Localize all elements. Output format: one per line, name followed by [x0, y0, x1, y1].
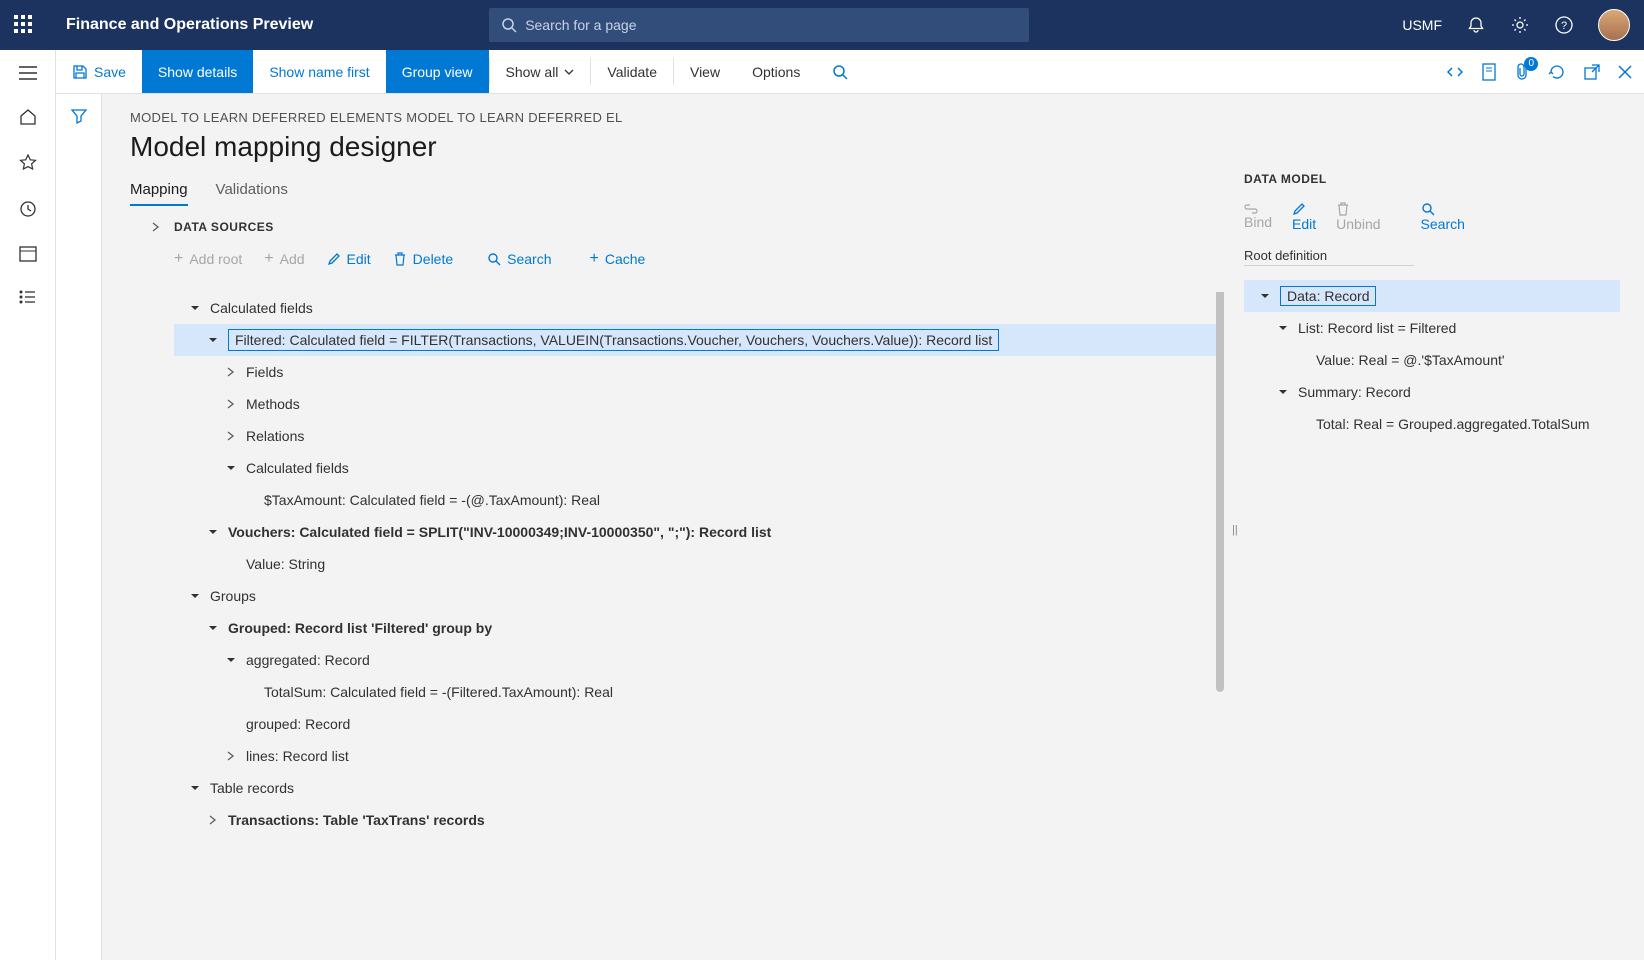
- embed-icon[interactable]: [1446, 65, 1464, 79]
- tree-node[interactable]: Grouped: Record list 'Filtered' group by: [174, 612, 1216, 644]
- chevron-down-icon: [564, 69, 574, 75]
- page-icon[interactable]: [1482, 63, 1496, 81]
- data-model-tree[interactable]: Data: Record List: Record list = Filtere…: [1244, 280, 1620, 440]
- page-title: Model mapping designer: [130, 131, 1224, 163]
- validate-button[interactable]: Validate: [591, 50, 673, 93]
- popout-icon[interactable]: [1584, 64, 1600, 80]
- add-root-button[interactable]: +Add root: [174, 250, 242, 268]
- dm-search-button[interactable]: Search: [1421, 202, 1465, 232]
- options-button[interactable]: Options: [736, 50, 816, 93]
- search-icon: [1421, 202, 1435, 216]
- show-details-button[interactable]: Show details: [142, 50, 253, 93]
- tree-node[interactable]: Summary: Record: [1244, 376, 1620, 408]
- breadcrumb: MODEL TO LEARN DEFERRED ELEMENTS MODEL T…: [130, 110, 1224, 125]
- home-icon[interactable]: [19, 108, 37, 126]
- trash-icon: [393, 252, 407, 266]
- expand-icon[interactable]: [152, 222, 160, 960]
- search-icon: [832, 64, 848, 80]
- data-model-header: DATA MODEL: [1244, 172, 1620, 186]
- tree-node[interactable]: Value: Real = @.'$TaxAmount': [1244, 344, 1620, 376]
- scrollbar[interactable]: [1216, 292, 1224, 692]
- module-icon[interactable]: [19, 246, 37, 262]
- data-sources-header: DATA SOURCES: [174, 220, 1224, 234]
- svg-text:?: ?: [1561, 20, 1567, 32]
- close-icon[interactable]: [1618, 65, 1632, 79]
- unbind-button[interactable]: Unbind: [1336, 202, 1380, 232]
- tree-node[interactable]: Relations: [174, 420, 1216, 452]
- tab-mapping[interactable]: Mapping: [130, 181, 188, 206]
- global-search[interactable]: [489, 8, 1029, 42]
- refresh-icon[interactable]: [1548, 63, 1566, 81]
- link-icon: [1244, 204, 1258, 214]
- tree-node-selected[interactable]: Filtered: Calculated field = FILTER(Tran…: [174, 324, 1216, 356]
- app-launcher-icon[interactable]: [14, 15, 34, 35]
- tree-node[interactable]: Calculated fields: [174, 452, 1216, 484]
- help-icon[interactable]: ?: [1554, 15, 1574, 35]
- attach-badge: 0: [1524, 57, 1538, 71]
- tree-node[interactable]: Vouchers: Calculated field = SPLIT("INV-…: [174, 516, 1216, 548]
- edit-button[interactable]: Edit: [327, 251, 371, 267]
- cache-button[interactable]: +Cache: [590, 250, 646, 268]
- data-source-tree[interactable]: Calculated fields Filtered: Calculated f…: [174, 292, 1224, 960]
- tree-node[interactable]: Methods: [174, 388, 1216, 420]
- delete-button[interactable]: Delete: [393, 251, 453, 267]
- tree-node[interactable]: $TaxAmount: Calculated field = -(@.TaxAm…: [174, 484, 1216, 516]
- tree-node[interactable]: aggregated: Record: [174, 644, 1216, 676]
- tree-node[interactable]: Table records: [174, 772, 1216, 804]
- tree-node[interactable]: Transactions: Table 'TaxTrans' records: [174, 804, 1216, 836]
- tree-node[interactable]: Groups: [174, 580, 1216, 612]
- pencil-icon: [1292, 202, 1306, 216]
- group-view-button[interactable]: Group view: [386, 50, 489, 93]
- tree-node[interactable]: TotalSum: Calculated field = -(Filtered.…: [174, 676, 1216, 708]
- tree-node[interactable]: Calculated fields: [174, 292, 1216, 324]
- filter-icon[interactable]: [71, 108, 87, 960]
- view-button[interactable]: View: [674, 50, 736, 93]
- save-icon: [72, 64, 88, 80]
- search-button[interactable]: Search: [487, 251, 551, 267]
- dm-edit-button[interactable]: Edit: [1292, 202, 1316, 232]
- tree-node-selected[interactable]: Data: Record: [1244, 280, 1620, 312]
- tree-node[interactable]: Value: String: [174, 548, 1216, 580]
- show-name-first-button[interactable]: Show name first: [253, 50, 385, 93]
- show-all-button[interactable]: Show all: [490, 50, 591, 93]
- search-icon: [501, 17, 517, 33]
- tab-validations[interactable]: Validations: [216, 181, 288, 206]
- attach-icon[interactable]: 0: [1514, 63, 1530, 81]
- search-input[interactable]: [525, 17, 1017, 33]
- avatar[interactable]: [1598, 9, 1630, 41]
- gear-icon[interactable]: [1510, 15, 1530, 35]
- save-button[interactable]: Save: [56, 50, 142, 93]
- list-icon[interactable]: [19, 290, 37, 304]
- tree-node[interactable]: lines: Record list: [174, 740, 1216, 772]
- trash-icon: [1336, 202, 1350, 216]
- root-definition-label[interactable]: Root definition: [1244, 248, 1414, 266]
- tree-node[interactable]: Total: Real = Grouped.aggregated.TotalSu…: [1244, 408, 1620, 440]
- tree-node[interactable]: List: Record list = Filtered: [1244, 312, 1620, 344]
- find-button[interactable]: [816, 50, 864, 93]
- app-title: Finance and Operations Preview: [66, 16, 313, 34]
- search-icon: [487, 252, 501, 266]
- bind-button[interactable]: Bind: [1244, 204, 1272, 230]
- bell-icon[interactable]: [1466, 15, 1486, 35]
- menu-icon[interactable]: [19, 66, 37, 80]
- add-button[interactable]: +Add: [264, 250, 304, 268]
- company-label[interactable]: USMF: [1402, 17, 1442, 33]
- resize-handle[interactable]: ||: [1232, 94, 1244, 960]
- tree-node[interactable]: Fields: [174, 356, 1216, 388]
- clock-icon[interactable]: [19, 200, 37, 218]
- star-icon[interactable]: [19, 154, 37, 172]
- tree-node[interactable]: grouped: Record: [174, 708, 1216, 740]
- pencil-icon: [327, 252, 341, 266]
